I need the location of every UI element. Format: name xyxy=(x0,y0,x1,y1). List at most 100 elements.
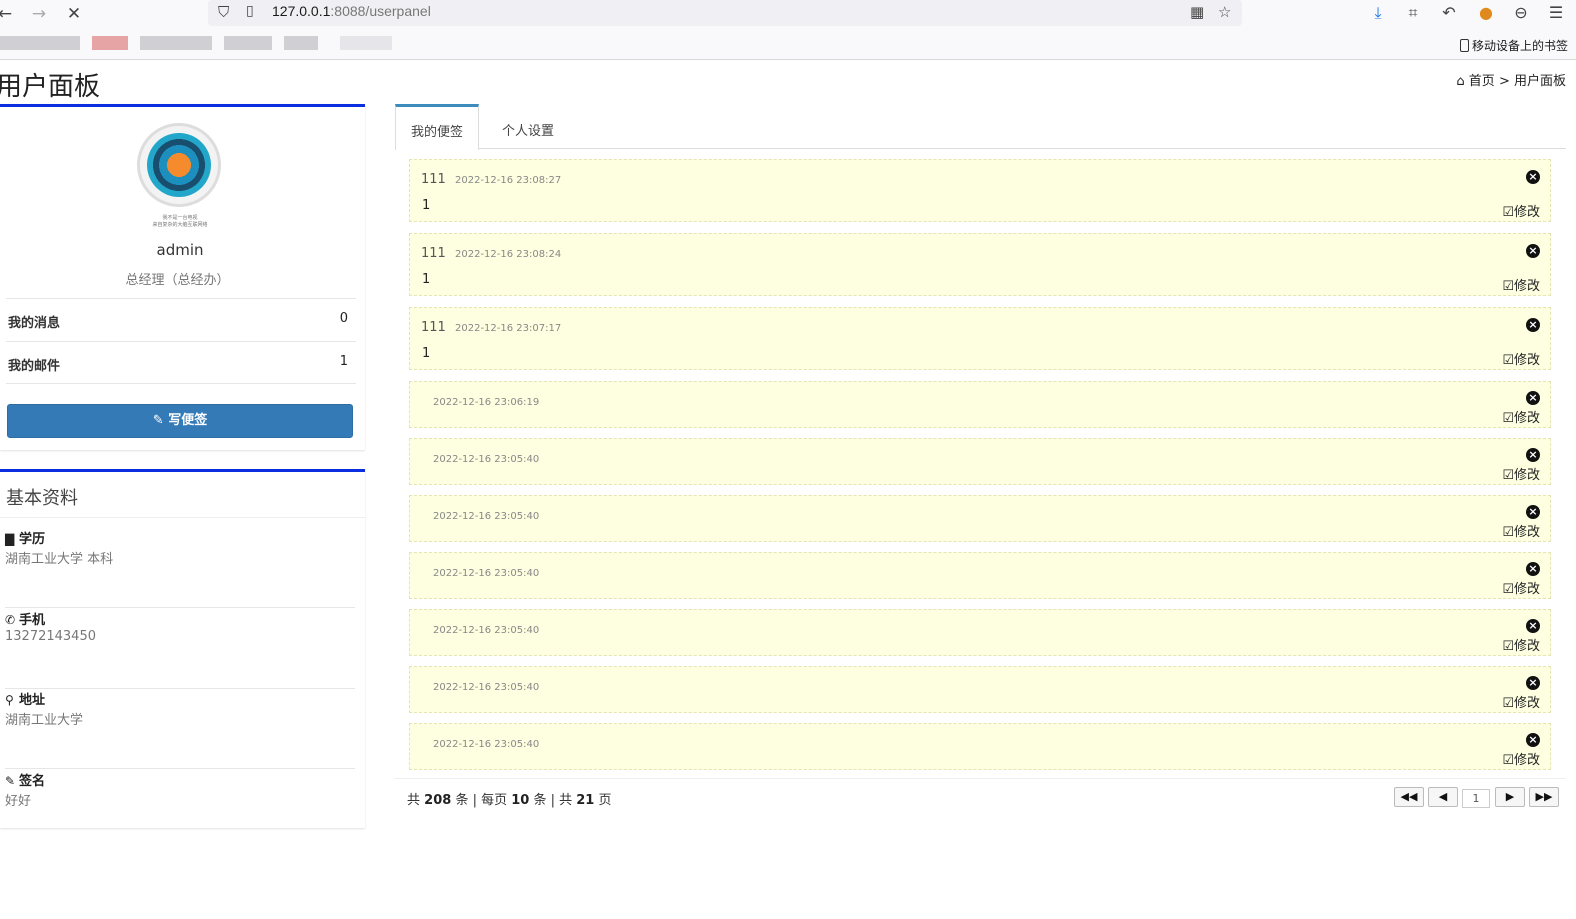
menu-icon[interactable]: ☰ xyxy=(1545,2,1567,24)
write-note-button[interactable]: ✎ 写便签 xyxy=(7,404,353,438)
bookmark-item[interactable] xyxy=(92,36,128,50)
back-icon[interactable]: ← xyxy=(0,3,16,25)
info-label: 手机 xyxy=(19,613,46,628)
info-value: 湖南工业大学 xyxy=(5,713,84,728)
edit-note-button[interactable]: ☑修改 xyxy=(1502,349,1540,368)
note-content: 1 xyxy=(422,346,431,361)
note-title: 111 xyxy=(421,172,446,187)
edit-note-button[interactable]: ☑修改 xyxy=(1502,521,1540,540)
avatar xyxy=(137,123,221,207)
delete-note-icon[interactable]: × xyxy=(1526,619,1540,633)
delete-note-icon[interactable]: × xyxy=(1526,505,1540,519)
mobile-bookmarks[interactable]: 移动设备上的书签 xyxy=(1459,37,1568,54)
undo-icon[interactable]: ↶ xyxy=(1438,2,1460,24)
extension-icon[interactable]: ● xyxy=(1475,2,1497,24)
stat-value: 0 xyxy=(339,311,348,326)
note-time: 2022-12-16 23:05:40 xyxy=(433,739,540,750)
edit-label: 修改 xyxy=(1513,696,1540,711)
url-text[interactable]: 127.0.0.1:8088/userpanel xyxy=(272,3,431,19)
info-address: ⚲ 地址 湖南工业大学 xyxy=(5,689,355,769)
stat-messages[interactable]: 我的消息 0 xyxy=(6,298,356,341)
download-icon[interactable]: ⤓ xyxy=(1367,2,1389,24)
edit-note-button[interactable]: ☑修改 xyxy=(1502,692,1540,711)
delete-note-icon[interactable]: × xyxy=(1526,448,1540,462)
star-icon[interactable]: ☆ xyxy=(1218,3,1231,21)
total-count: 208 xyxy=(424,793,452,808)
edit-icon: ☑ xyxy=(1502,353,1514,368)
pencil-icon: ✎ xyxy=(5,774,16,788)
bookmark-item[interactable] xyxy=(140,36,212,50)
tab-bar: 我的便签 个人设置 xyxy=(395,104,1566,150)
page-input[interactable]: 1 xyxy=(1462,789,1490,808)
info-value: 好好 xyxy=(5,794,32,809)
edit-note-button[interactable]: ☑修改 xyxy=(1502,635,1540,654)
bookmark-item[interactable] xyxy=(340,36,392,50)
edit-icon: ☑ xyxy=(1502,639,1514,654)
edit-icon: ☑ xyxy=(1502,205,1514,220)
breadcrumb: ⌂ 首页 > 用户面板 xyxy=(1456,70,1566,89)
bookmark-item[interactable] xyxy=(284,36,318,50)
write-note-label: 写便签 xyxy=(168,413,208,428)
page-icon: ▯ xyxy=(246,3,254,19)
browser-toolbar: ← → ✕ ⛉ ▯ 127.0.0.1:8088/userpanel ▦ ☆ ⤓… xyxy=(0,0,1576,28)
qr-code-icon[interactable]: ▦ xyxy=(1190,3,1204,21)
stat-value: 1 xyxy=(339,354,348,369)
note-content: 1 xyxy=(422,198,431,213)
note-item: 2022-12-16 23:05:40 × ☑修改 xyxy=(409,723,1551,770)
edit-note-button[interactable]: ☑修改 xyxy=(1502,578,1540,597)
note-time: 2022-12-16 23:05:40 xyxy=(433,568,540,579)
first-page-button[interactable]: ◀◀ xyxy=(1394,787,1424,807)
delete-note-icon[interactable]: × xyxy=(1526,318,1540,332)
stop-loading-icon[interactable]: ✕ xyxy=(63,3,85,25)
edit-icon: ☑ xyxy=(1502,696,1514,711)
note-content: 1 xyxy=(422,272,431,287)
forward-icon[interactable]: → xyxy=(28,3,50,25)
edit-note-button[interactable]: ☑修改 xyxy=(1502,407,1540,426)
edit-label: 修改 xyxy=(1513,582,1540,597)
page-count: 21 xyxy=(576,793,595,808)
shield-icon[interactable]: ⛉ xyxy=(218,3,229,21)
edit-note-button[interactable]: ☑修改 xyxy=(1502,275,1540,294)
note-time: 2022-12-16 23:05:40 xyxy=(433,625,540,636)
mask-icon[interactable]: ⊖ xyxy=(1510,2,1532,24)
avatar-caption: 我不是一台电视 来自复杂的大脑互联网络 xyxy=(152,215,208,228)
per-page: 10 xyxy=(511,793,530,808)
breadcrumb-home[interactable]: 首页 xyxy=(1469,74,1495,89)
edit-note-button[interactable]: ☑修改 xyxy=(1502,749,1540,768)
edit-label: 修改 xyxy=(1513,353,1540,368)
edit-label: 修改 xyxy=(1513,525,1540,540)
mobile-device-icon xyxy=(1459,39,1469,52)
next-page-button[interactable]: ▶ xyxy=(1495,787,1525,807)
note-title: 111 xyxy=(421,320,446,335)
crop-icon[interactable]: ⌗ xyxy=(1402,2,1424,24)
note-item: 111 2022-12-16 23:08:27 1 × ☑修改 xyxy=(409,159,1551,222)
profile-box: 我不是一台电视 来自复杂的大脑互联网络 admin 总经理（总经办） 我的消息 … xyxy=(0,104,365,450)
edit-note-button[interactable]: ☑修改 xyxy=(1502,464,1540,483)
prev-page-button[interactable]: ◀ xyxy=(1428,787,1458,807)
address-bar[interactable]: ⛉ ▯ 127.0.0.1:8088/userpanel ▦ ☆ xyxy=(208,0,1242,26)
tab-my-notes[interactable]: 我的便签 xyxy=(395,104,480,150)
edit-icon: ☑ xyxy=(1502,279,1514,294)
bookmark-item[interactable] xyxy=(224,36,272,50)
info-phone: ✆ 手机 13272143450 xyxy=(5,609,355,689)
note-item: 2022-12-16 23:05:40 × ☑修改 xyxy=(409,552,1551,599)
info-value: 13272143450 xyxy=(5,629,96,644)
delete-note-icon[interactable]: × xyxy=(1526,562,1540,576)
delete-note-icon[interactable]: × xyxy=(1526,170,1540,184)
edit-label: 修改 xyxy=(1513,753,1540,768)
bookmark-item[interactable] xyxy=(0,36,80,50)
delete-note-icon[interactable]: × xyxy=(1526,733,1540,747)
delete-note-icon[interactable]: × xyxy=(1526,244,1540,258)
note-item: 2022-12-16 23:05:40 × ☑修改 xyxy=(409,495,1551,542)
phone-icon: ✆ xyxy=(5,613,16,627)
tab-personal-settings[interactable]: 个人设置 xyxy=(487,104,569,149)
note-item: 2022-12-16 23:05:40 × ☑修改 xyxy=(409,609,1551,656)
delete-note-icon[interactable]: × xyxy=(1526,391,1540,405)
edit-note-button[interactable]: ☑修改 xyxy=(1502,201,1540,220)
stat-mails[interactable]: 我的邮件 1 xyxy=(6,341,356,384)
delete-note-icon[interactable]: × xyxy=(1526,676,1540,690)
last-page-button[interactable]: ▶▶ xyxy=(1529,787,1559,807)
edit-icon: ☑ xyxy=(1502,468,1514,483)
edit-label: 修改 xyxy=(1513,279,1540,294)
edit-icon: ☑ xyxy=(1502,582,1514,597)
